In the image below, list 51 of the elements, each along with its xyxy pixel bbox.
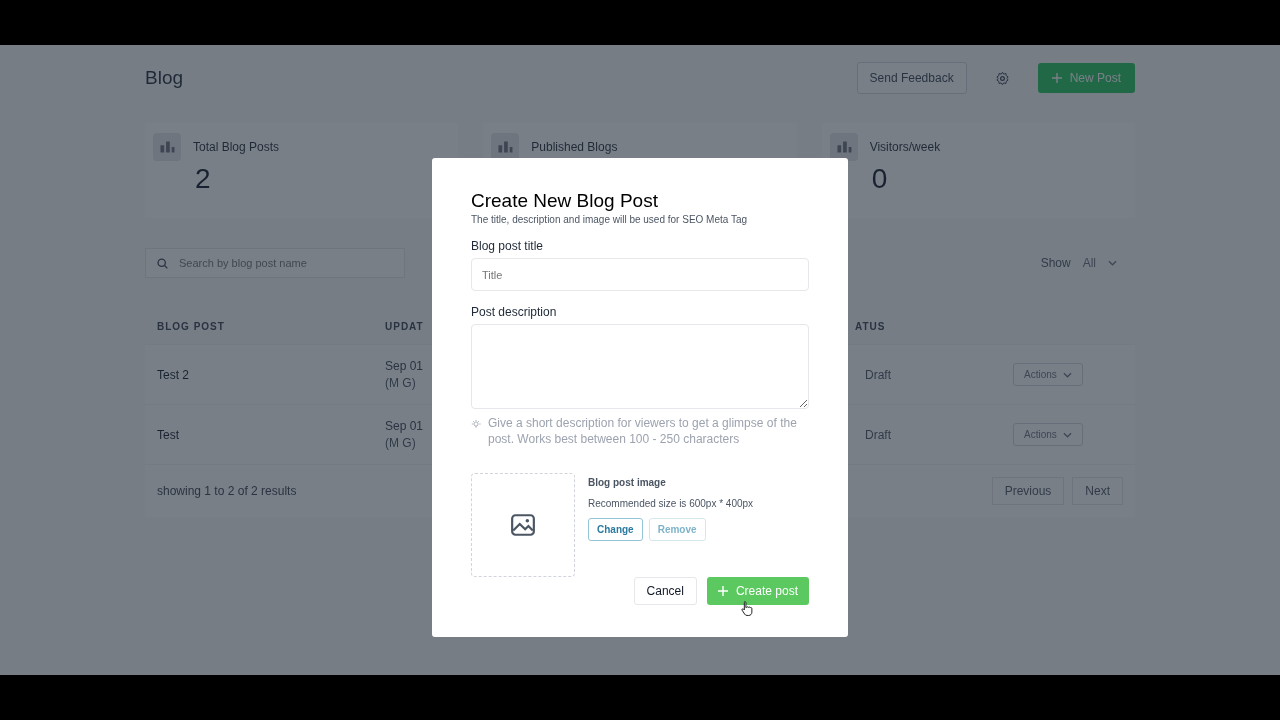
modal-title: Create New Blog Post <box>471 190 659 212</box>
stat-label: Total Blog Posts <box>193 140 280 154</box>
actions-dropdown[interactable]: Actions <box>1013 363 1083 386</box>
field-label: Blog post title <box>471 239 545 253</box>
filter-label: Show <box>1040 256 1071 270</box>
chart-icon <box>153 133 181 161</box>
field-label: Post description <box>471 305 558 319</box>
title-input[interactable]: Title <box>471 258 809 291</box>
plus-icon <box>1051 73 1062 83</box>
create-post-button[interactable]: Create post <box>706 577 809 605</box>
column-header: ATUS <box>854 320 887 332</box>
status-text: Draft <box>864 367 892 382</box>
pagination-button[interactable]: Previous <box>991 477 1065 505</box>
image-size-hint: Recommended size is 600px * 400px <box>588 498 754 509</box>
image-label: Blog post image <box>588 477 667 488</box>
actions-dropdown[interactable]: Actions <box>1013 423 1083 446</box>
chevron-down-icon <box>1062 431 1072 438</box>
settings-icon[interactable] <box>994 70 1010 86</box>
stat-label: Published Blogs <box>531 140 618 154</box>
hand-cursor-icon <box>741 600 754 617</box>
stat-value: 2 <box>195 163 212 195</box>
chart-icon <box>491 133 520 161</box>
post-name: Test <box>157 427 180 442</box>
column-header: BLOG POST <box>157 320 226 332</box>
author-initials: (M G) <box>385 436 417 450</box>
hint-text: Give a short description for viewers to get a glimpse of the post. Works best between 100 - 250 characters <box>488 415 798 447</box>
new-post-button[interactable]: New Post <box>1037 63 1135 93</box>
cancel-button[interactable]: Cancel <box>633 577 697 605</box>
search-icon <box>156 256 169 270</box>
modal-subtitle: The title, description and image will be used for SEO Meta Tag <box>471 214 749 225</box>
pagination-button[interactable]: Next <box>1072 477 1123 505</box>
image-dropzone[interactable] <box>471 473 575 577</box>
column-header: UPDAT <box>385 320 425 332</box>
results-summary: showing 1 to 2 of 2 results <box>157 484 297 498</box>
updated-date: Sep 01 <box>385 419 425 433</box>
stat-label: Visitors/week <box>869 140 941 154</box>
lightbulb-icon <box>471 419 481 429</box>
stat-value: 0 <box>871 163 889 195</box>
plus-icon <box>717 586 728 596</box>
chevron-down-icon <box>1108 260 1117 266</box>
image-icon <box>510 512 536 538</box>
filter-dropdown[interactable]: All <box>1076 255 1123 271</box>
image-action-button[interactable]: Change <box>588 518 643 541</box>
updated-date: Sep 01 <box>385 359 425 373</box>
post-name: Test 2 <box>157 367 190 382</box>
chevron-down-icon <box>1062 371 1072 378</box>
status-text: Draft <box>864 427 892 442</box>
page-title: Blog <box>145 67 184 89</box>
author-initials: (M G) <box>385 376 417 390</box>
chart-icon <box>829 133 858 161</box>
send-feedback-button[interactable]: Send Feedback <box>856 62 967 94</box>
